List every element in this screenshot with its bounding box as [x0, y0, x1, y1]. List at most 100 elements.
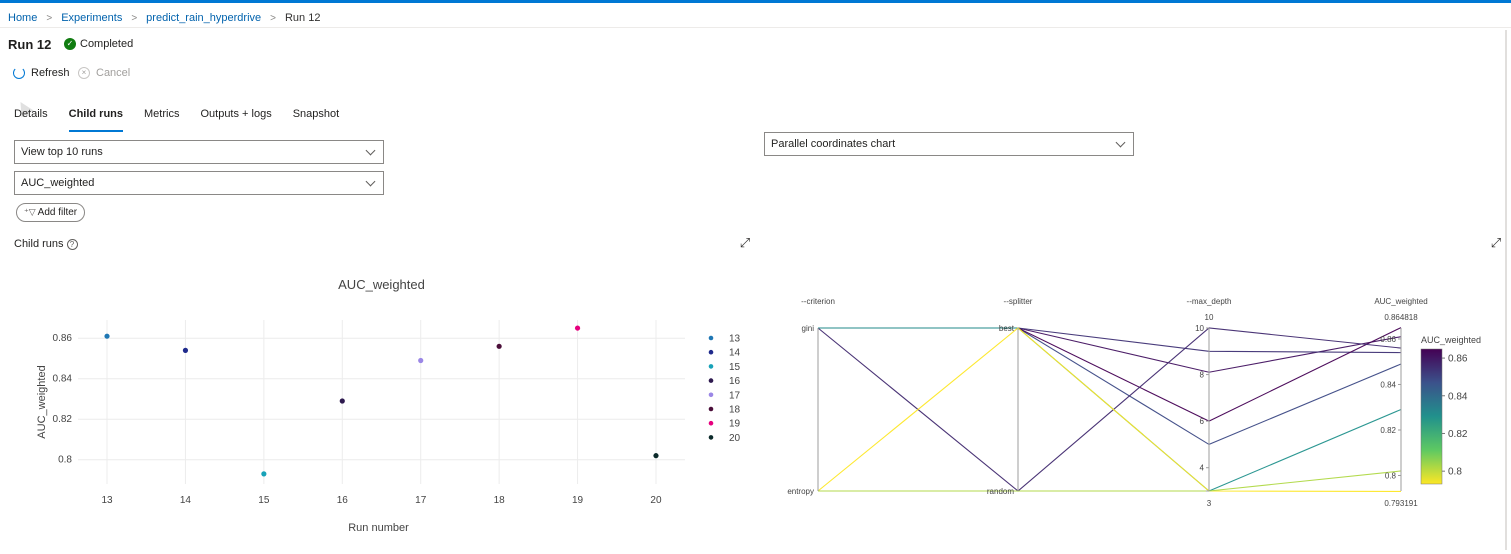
refresh-label: Refresh — [31, 67, 70, 79]
expand-icon[interactable]: ⤢ — [1489, 236, 1503, 250]
polyline-run — [818, 470, 1402, 492]
scatter-chart: AUC_weighted 13 14 15 16 17 18 19 20 0.8 0.82 0.84 0… — [36, 277, 741, 534]
data-point — [574, 325, 581, 331]
legend-label: 18 — [729, 405, 741, 416]
tab-outputs-logs[interactable]: Outputs + logs — [200, 104, 271, 130]
x-tick-label: 13 — [101, 495, 113, 506]
child-runs-label: Child runs ? — [14, 238, 78, 250]
axis-range-max: 10 — [1205, 313, 1214, 322]
tab-snapshot[interactable]: Snapshot — [293, 104, 339, 130]
breadcrumb-current: Run 12 — [284, 12, 321, 24]
axis-tick-label: 0.8 — [1385, 472, 1397, 481]
breadcrumb-experiments[interactable]: Experiments — [61, 12, 122, 24]
y-tick-label: 0.8 — [58, 455, 72, 466]
legend-label: 17 — [729, 390, 741, 401]
x-axis-label: Run number — [348, 522, 409, 534]
chevron-right-icon: > — [46, 12, 53, 24]
breadcrumb: Home > Experiments > predict_rain_hyperd… — [8, 10, 320, 26]
legend-marker — [708, 378, 714, 383]
check-circle-icon: ✓ — [64, 38, 76, 50]
legend-label: 19 — [729, 419, 741, 430]
polyline-run — [818, 327, 1402, 446]
colorbar-tick-label: 0.86 — [1448, 354, 1468, 365]
legend-marker — [708, 335, 714, 341]
metric-dropdown[interactable]: AUC_weighted — [14, 171, 384, 195]
legend-label: 13 — [729, 334, 741, 345]
legend-marker — [708, 435, 714, 440]
axis-range-max: 0.864818 — [1384, 313, 1418, 322]
axis-tick-label: gini — [802, 324, 815, 333]
chevron-down-icon — [365, 176, 376, 186]
cancel-icon: × — [78, 67, 90, 79]
data-point — [418, 357, 424, 364]
y-tick-label: 0.86 — [53, 333, 73, 344]
cancel-button[interactable]: × Cancel — [78, 67, 130, 79]
view-runs-value: View top 10 runs — [21, 146, 103, 158]
legend-label: 14 — [729, 348, 741, 359]
axis-tick-label: random — [987, 487, 1014, 496]
legend-label: 20 — [729, 433, 741, 444]
axis-title: --criterion — [801, 297, 835, 306]
y-tick-label: 0.82 — [53, 414, 73, 425]
axis-range-min: 3 — [1207, 499, 1212, 508]
axis-tick-label: 0.86 — [1380, 335, 1396, 344]
filter-add-icon: ⁺▽ — [24, 207, 36, 217]
legend-marker — [708, 406, 714, 412]
x-tick-label: 15 — [258, 495, 270, 506]
legend-marker — [708, 392, 714, 398]
breadcrumb-experiment[interactable]: predict_rain_hyperdrive — [146, 12, 261, 24]
chart-type-dropdown[interactable]: Parallel coordinates chart — [764, 132, 1134, 156]
data-point — [496, 343, 502, 349]
axis-tick-label: 6 — [1200, 417, 1205, 426]
legend-marker — [708, 349, 714, 355]
axis-title: AUC_weighted — [1374, 297, 1427, 306]
axis-tick-label: entropy — [787, 487, 814, 496]
axis-tick-label: 4 — [1200, 464, 1205, 473]
data-point — [339, 398, 345, 404]
chevron-right-icon: > — [131, 12, 138, 24]
chevron-right-icon: > — [270, 12, 276, 24]
colorbar — [1420, 348, 1443, 485]
x-tick-label: 18 — [494, 495, 506, 506]
header-divider — [0, 27, 1511, 28]
breadcrumb-home[interactable]: Home — [8, 12, 37, 24]
chart-type-value: Parallel coordinates chart — [771, 138, 896, 150]
axis-title: --splitter — [1004, 297, 1033, 306]
top-accent-bar — [0, 0, 1511, 3]
legend-label: 16 — [729, 376, 741, 387]
colorbar-tick-label: 0.8 — [1448, 467, 1462, 478]
view-runs-dropdown[interactable]: View top 10 runs — [14, 140, 384, 164]
axis-tick-label: 0.84 — [1380, 380, 1396, 389]
chevron-down-icon — [365, 145, 376, 155]
colorbar-tick-label: 0.84 — [1448, 391, 1468, 402]
x-tick-label: 16 — [337, 495, 349, 506]
help-icon[interactable]: ? — [66, 238, 78, 250]
child-runs-label-text: Child runs — [14, 238, 64, 250]
expand-icon[interactable]: ⤢ — [738, 236, 752, 250]
data-point — [182, 347, 189, 353]
y-tick-label: 0.84 — [53, 374, 73, 385]
refresh-icon — [13, 67, 25, 79]
tab-bar: Details Child runs Metrics Outputs + log… — [14, 104, 360, 132]
axis-tick-label: 0.82 — [1380, 426, 1396, 435]
tab-metrics[interactable]: Metrics — [144, 104, 179, 130]
cancel-label: Cancel — [96, 67, 131, 79]
status-text: Completed — [80, 38, 134, 50]
chevron-down-icon — [1115, 137, 1126, 147]
refresh-button[interactable]: Refresh — [13, 67, 70, 79]
axis-tick-label: best — [999, 324, 1015, 333]
axis-tick-label: 10 — [1195, 324, 1204, 333]
axis-title: --max_depth — [1187, 297, 1232, 306]
colorbar-tick-label: 0.82 — [1448, 429, 1468, 440]
axis-tick-label: 8 — [1200, 371, 1205, 380]
x-tick-label: 14 — [180, 495, 192, 506]
legend-label: 15 — [729, 362, 741, 373]
add-filter-button[interactable]: ⁺▽ Add filter — [16, 203, 86, 222]
tab-child-runs[interactable]: Child runs — [68, 104, 124, 132]
data-point — [104, 333, 110, 339]
polyline-run — [818, 327, 1402, 422]
add-filter-label: Add filter — [37, 207, 78, 218]
scrollbar[interactable] — [1505, 30, 1507, 550]
legend-marker — [708, 364, 714, 369]
page-title: Run 12 — [8, 37, 52, 52]
